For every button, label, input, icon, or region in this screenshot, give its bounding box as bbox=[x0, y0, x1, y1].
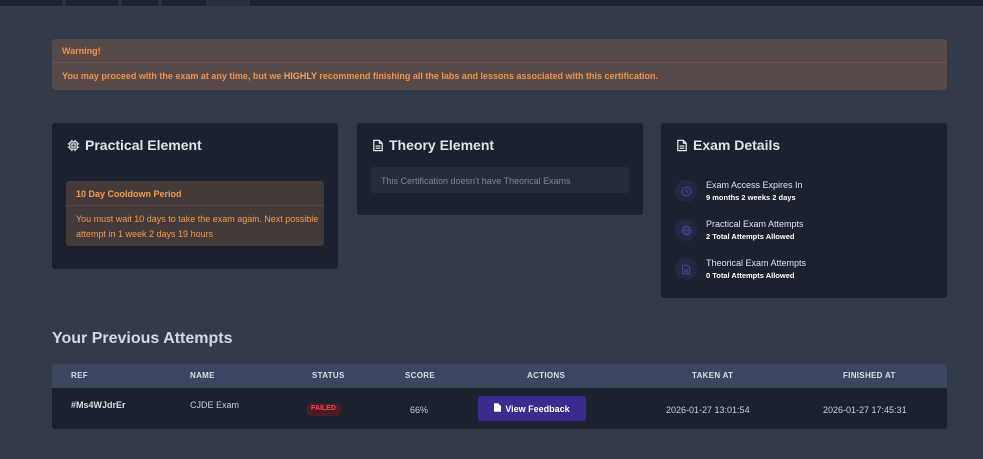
column-header-actions: ACTIONS bbox=[527, 371, 566, 380]
cooldown-title: 10 Day Cooldown Period bbox=[76, 189, 182, 199]
theory-element-card: Theory Element This Certification doesn'… bbox=[357, 123, 643, 215]
warning-text: recommend finishing all the labs and les… bbox=[316, 71, 658, 81]
card-header: Theory Element bbox=[372, 137, 494, 153]
view-feedback-label: View Feedback bbox=[505, 403, 570, 414]
tab-divider bbox=[158, 0, 162, 6]
column-header-taken-at: TAKEN AT bbox=[692, 371, 734, 380]
tab-divider bbox=[62, 0, 66, 6]
cooldown-message: You must wait 10 days to take the exam a… bbox=[76, 214, 319, 239]
top-tab-bar bbox=[0, 0, 983, 6]
warning-title: Warning! bbox=[62, 46, 101, 56]
detail-value: 0 Total Attempts Allowed bbox=[706, 271, 795, 280]
attempts-table: REF NAME STATUS SCORE ACTIONS TAKEN AT F… bbox=[52, 364, 947, 429]
detail-label: Exam Access Expires In bbox=[706, 180, 803, 190]
status-badge: FAILED bbox=[306, 403, 341, 416]
card-header: Practical Element bbox=[67, 137, 202, 153]
warning-alert: Warning! You may proceed with the exam a… bbox=[52, 39, 947, 90]
detail-label: Theorical Exam Attempts bbox=[706, 258, 807, 268]
tab-divider bbox=[118, 0, 122, 6]
card-title: Practical Element bbox=[85, 137, 202, 153]
tab-active-indicator bbox=[206, 0, 250, 6]
column-header-name: NAME bbox=[190, 371, 215, 380]
theory-message: This Certification doesn't have Theorica… bbox=[371, 167, 629, 193]
chip-icon bbox=[67, 139, 80, 152]
view-feedback-button[interactable]: View Feedback bbox=[478, 396, 586, 421]
card-title: Theory Element bbox=[389, 137, 495, 153]
column-header-ref: REF bbox=[71, 371, 88, 380]
clock-icon bbox=[675, 180, 697, 202]
table-header: REF NAME STATUS SCORE ACTIONS TAKEN AT F… bbox=[52, 364, 947, 388]
card-header: Exam Details bbox=[676, 137, 780, 153]
detail-item-practical-attempts: Practical Exam Attempts 2 Total Attempts… bbox=[675, 219, 804, 241]
attempt-score: 66% bbox=[410, 405, 429, 415]
divider bbox=[66, 205, 324, 206]
warning-message: You may proceed with the exam at any tim… bbox=[62, 71, 658, 81]
practical-element-card: Practical Element 10 Day Cooldown Period… bbox=[52, 123, 338, 269]
exam-details-card: Exam Details Exam Access Expires In 9 mo… bbox=[661, 123, 947, 298]
document-icon bbox=[372, 139, 384, 152]
warning-text: You may proceed with the exam at any tim… bbox=[62, 71, 284, 81]
column-header-finished-at: FINISHED AT bbox=[843, 371, 896, 380]
detail-value: 9 months 2 weeks 2 days bbox=[706, 193, 796, 202]
detail-item-theorical-attempts: Theorical Exam Attempts 0 Total Attempts… bbox=[675, 258, 806, 280]
cooldown-alert: 10 Day Cooldown Period You must wait 10 … bbox=[66, 181, 324, 246]
globe-icon bbox=[675, 219, 697, 241]
file-icon bbox=[494, 403, 502, 414]
card-title: Exam Details bbox=[693, 137, 781, 153]
attempt-name: CJDE Exam bbox=[190, 400, 240, 410]
file-icon bbox=[675, 258, 697, 280]
detail-label: Practical Exam Attempts bbox=[706, 219, 804, 229]
document-icon bbox=[676, 139, 688, 152]
attempt-ref: #Ms4WJdrEr bbox=[71, 400, 126, 410]
detail-item-expiry: Exam Access Expires In 9 months 2 weeks … bbox=[675, 180, 803, 202]
divider bbox=[52, 62, 947, 63]
attempt-taken-at: 2026-01-27 13:01:54 bbox=[666, 405, 750, 415]
warning-emphasis: HIGHLY bbox=[283, 71, 317, 81]
attempt-finished-at: 2026-01-27 17:45:31 bbox=[823, 405, 907, 415]
detail-value: 2 Total Attempts Allowed bbox=[706, 232, 795, 241]
previous-attempts-title: Your Previous Attempts bbox=[52, 330, 233, 347]
column-header-status: STATUS bbox=[312, 371, 345, 380]
column-header-score: SCORE bbox=[405, 371, 435, 380]
